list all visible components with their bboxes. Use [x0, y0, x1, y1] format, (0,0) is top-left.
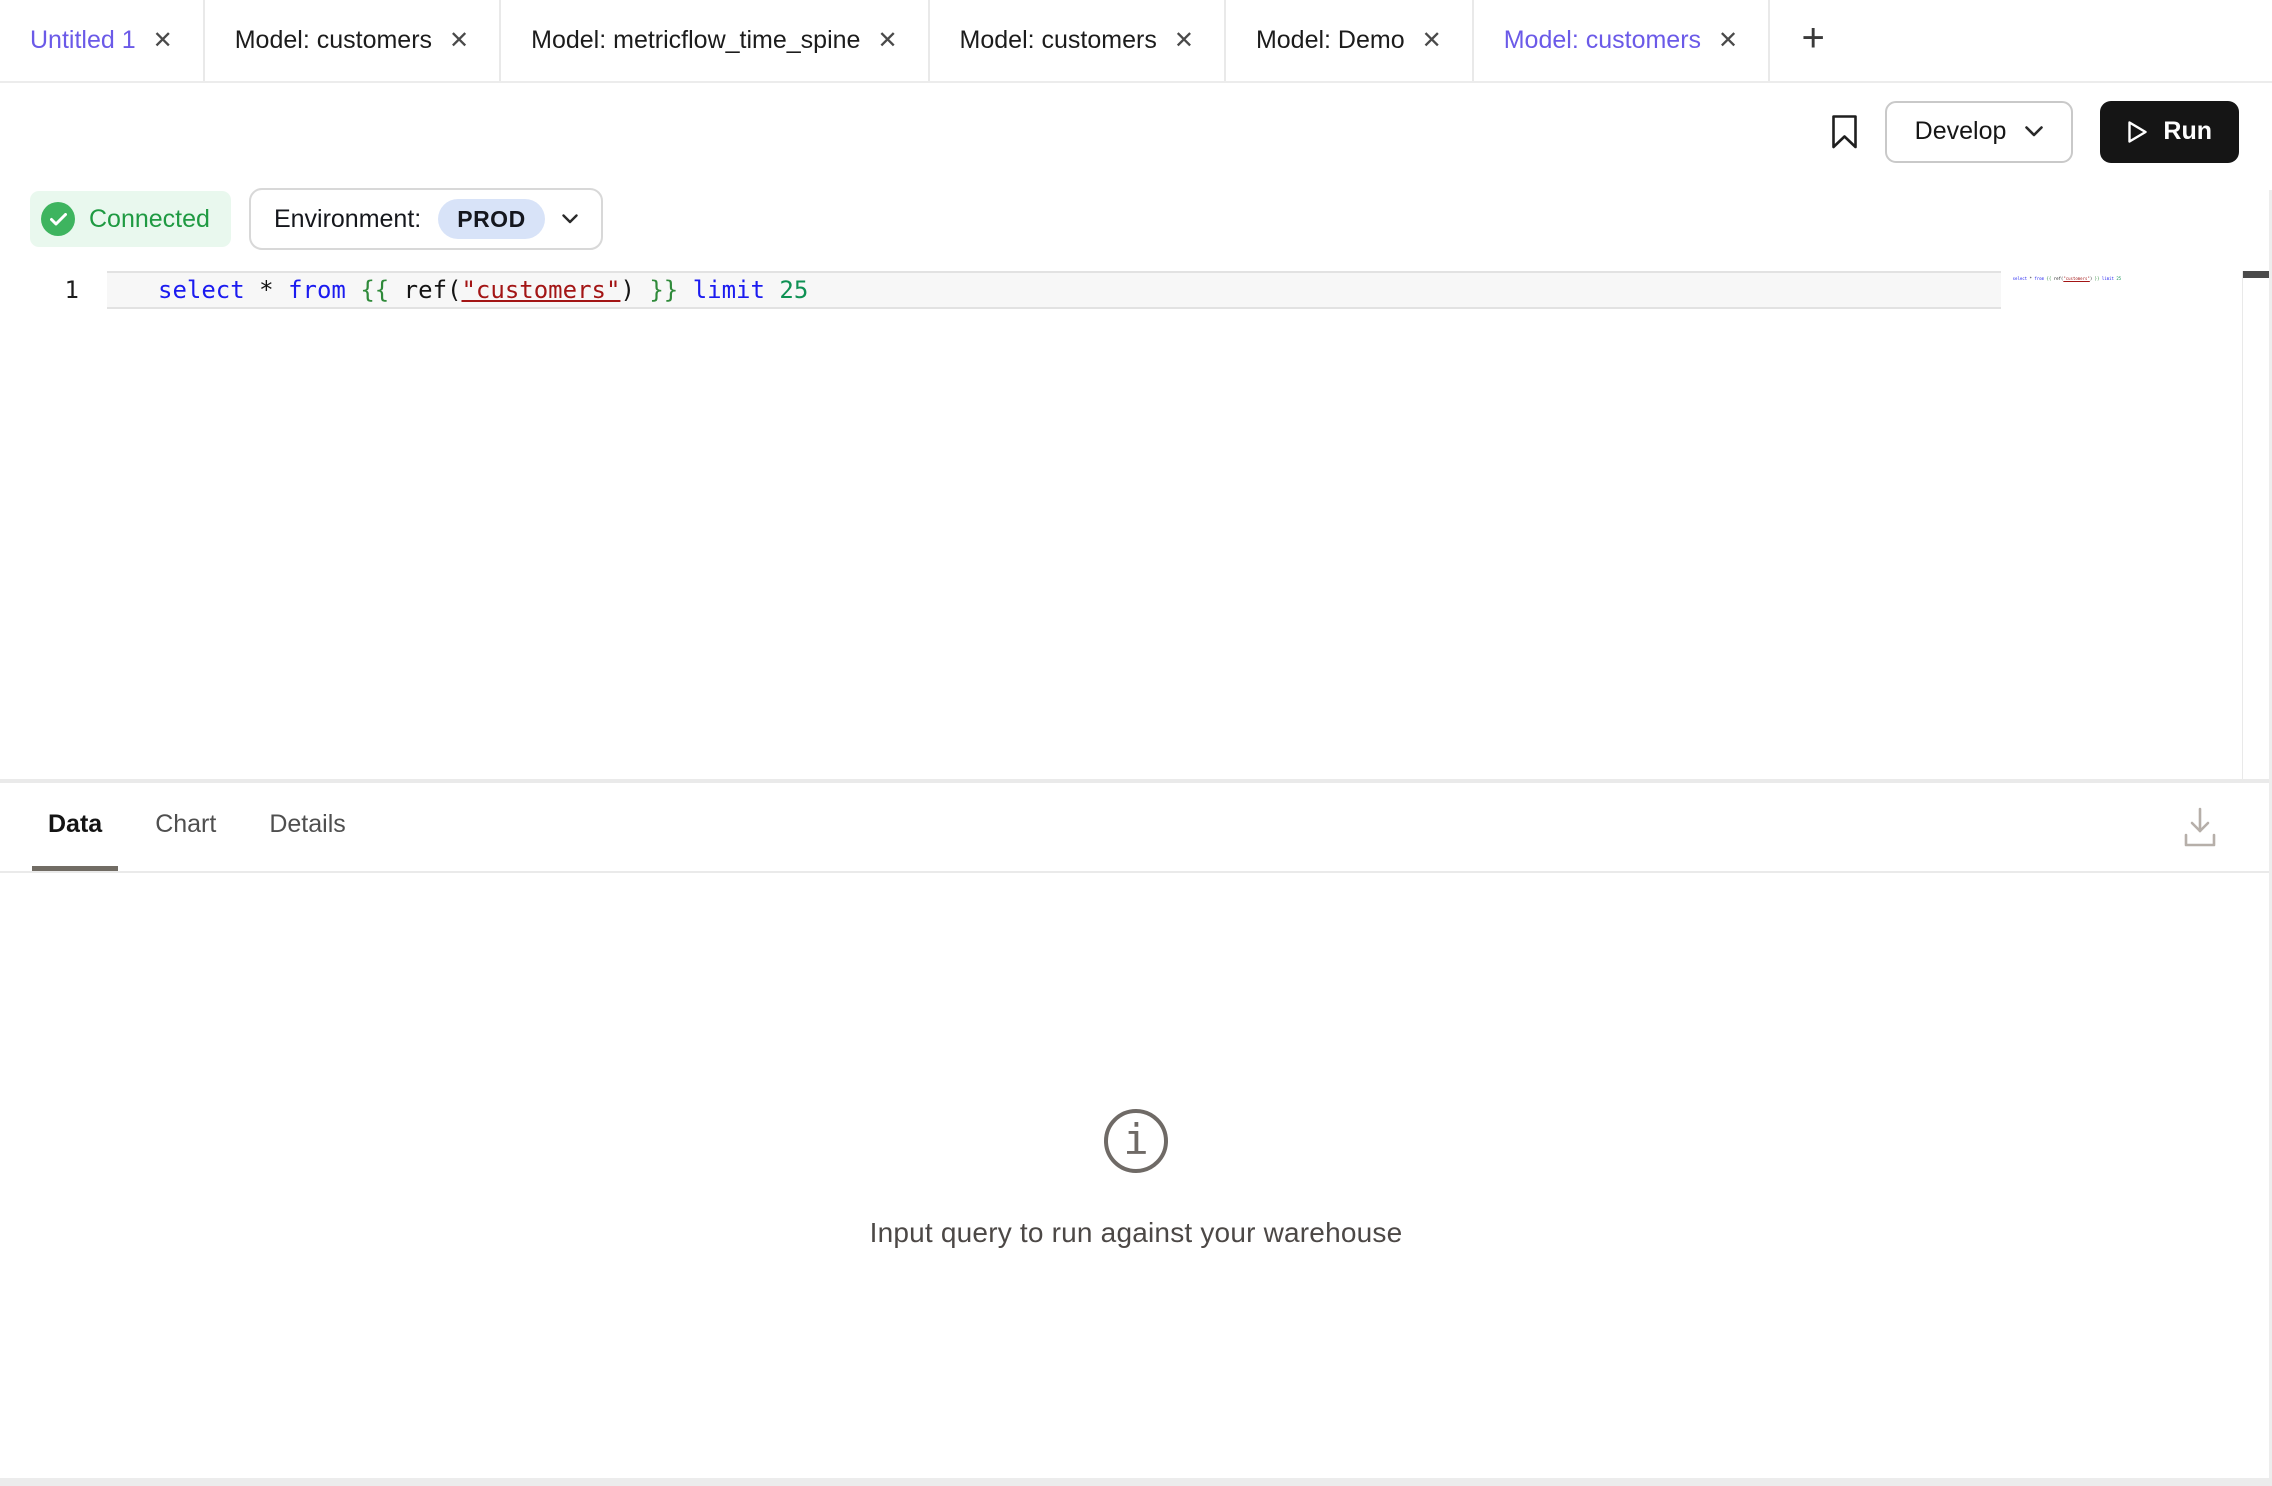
tab-details[interactable]: Details [253, 783, 361, 871]
run-button-label: Run [2163, 117, 2212, 146]
empty-state-message: Input query to run against your warehous… [870, 1217, 1403, 1249]
tab-model-metricflow-time-spine[interactable]: Model: metricflow_time_spine ✕ [501, 0, 929, 81]
code-editor[interactable]: 1 select * from {{ ref ( "customers" ) }… [0, 258, 2272, 779]
code-token [765, 276, 779, 304]
editor-scrollbar-thumb[interactable] [2243, 271, 2270, 278]
chevron-down-icon [2025, 126, 2043, 137]
code-token: {{ [360, 276, 389, 304]
download-icon [2182, 805, 2218, 849]
code-token [346, 276, 360, 304]
code-token: 25 [779, 276, 808, 304]
environment-label: Environment: [274, 205, 421, 234]
code-token [678, 276, 692, 304]
code-token: select [158, 276, 245, 304]
minimap-token: select [2013, 276, 2027, 281]
tab-label: Model: customers [960, 26, 1157, 55]
minimap-token: from [2034, 276, 2044, 281]
chevron-down-icon [562, 214, 578, 224]
environment-selector[interactable]: Environment: PROD [249, 188, 603, 250]
tab-model-demo[interactable]: Model: Demo ✕ [1226, 0, 1474, 81]
download-button[interactable] [2182, 805, 2218, 854]
empty-state: i Input query to run against your wareho… [0, 1109, 2272, 1249]
tab-label: Model: metricflow_time_spine [531, 26, 860, 55]
check-icon [41, 202, 75, 236]
minimap[interactable]: select * from {{ ref("customers") }} lim… [2003, 267, 2123, 291]
code-token [274, 276, 288, 304]
tab-model-customers-1[interactable]: Model: customers ✕ [205, 0, 501, 81]
tab-chart[interactable]: Chart [139, 783, 232, 871]
code-token: from [288, 276, 346, 304]
tab-label: Untitled 1 [30, 26, 136, 55]
close-icon[interactable]: ✕ [153, 29, 173, 53]
bookmark-button[interactable] [1831, 114, 1858, 150]
code-token [635, 276, 649, 304]
code-token [245, 276, 259, 304]
develop-button[interactable]: Develop [1885, 101, 2074, 163]
tab-data-label: Data [48, 810, 102, 839]
minimap-token: limit [2102, 276, 2114, 281]
minimap-token: ref [2054, 276, 2061, 281]
results-tab-bar: Data Chart Details [0, 783, 2272, 873]
close-icon[interactable]: ✕ [1718, 29, 1738, 53]
tab-model-customers-3[interactable]: Model: customers ✕ [1474, 0, 1770, 81]
close-icon[interactable]: ✕ [1174, 29, 1194, 53]
close-icon[interactable]: ✕ [449, 29, 469, 53]
window-bottom-edge [0, 1478, 2272, 1486]
info-icon-glyph: i [1123, 1115, 1148, 1164]
minimap-token: "customers" [2063, 276, 2090, 281]
ref-link[interactable]: "customers" [461, 276, 620, 304]
code-token: ) [620, 276, 634, 304]
code-token: limit [693, 276, 765, 304]
tab-model-customers-2[interactable]: Model: customers ✕ [930, 0, 1226, 81]
tab-label: Model: customers [1504, 26, 1701, 55]
play-icon [2127, 120, 2148, 144]
tab-data[interactable]: Data [32, 783, 118, 871]
tab-label: Model: Demo [1256, 26, 1405, 55]
connection-status-badge: Connected [30, 191, 231, 247]
editor-active-line[interactable]: select * from {{ ref ( "customers" ) }} … [107, 271, 2001, 309]
tab-bar: Untitled 1 ✕ Model: customers ✕ Model: m… [0, 0, 2272, 83]
develop-button-label: Develop [1915, 117, 2007, 146]
status-row: Connected Environment: PROD [0, 180, 2272, 258]
editor-gutter: 1 [0, 271, 107, 309]
code-token: * [259, 276, 273, 304]
code-token: ( [447, 276, 461, 304]
bookmark-icon [1831, 114, 1858, 150]
minimap-token: 25 [2116, 276, 2121, 281]
tab-details-label: Details [269, 810, 345, 839]
tab-label: Model: customers [235, 26, 432, 55]
tab-chart-label: Chart [155, 810, 216, 839]
new-tab-button[interactable]: + [1770, 0, 1856, 81]
environment-value-pill: PROD [438, 199, 544, 239]
run-button[interactable]: Run [2100, 101, 2239, 163]
connection-status-label: Connected [89, 205, 210, 234]
line-number: 1 [65, 276, 79, 304]
toolbar: Develop Run [0, 83, 2272, 180]
close-icon[interactable]: ✕ [877, 29, 897, 53]
tab-untitled-1[interactable]: Untitled 1 ✕ [0, 0, 205, 81]
results-panel: Data Chart Details i Input query to run … [0, 783, 2272, 1478]
plus-icon: + [1801, 16, 1824, 61]
info-icon: i [1104, 1109, 1168, 1173]
close-icon[interactable]: ✕ [1422, 29, 1442, 53]
code-token: ref [404, 276, 447, 304]
code-token [389, 276, 403, 304]
code-token: }} [649, 276, 678, 304]
editor-scrollbar[interactable] [2242, 271, 2270, 779]
